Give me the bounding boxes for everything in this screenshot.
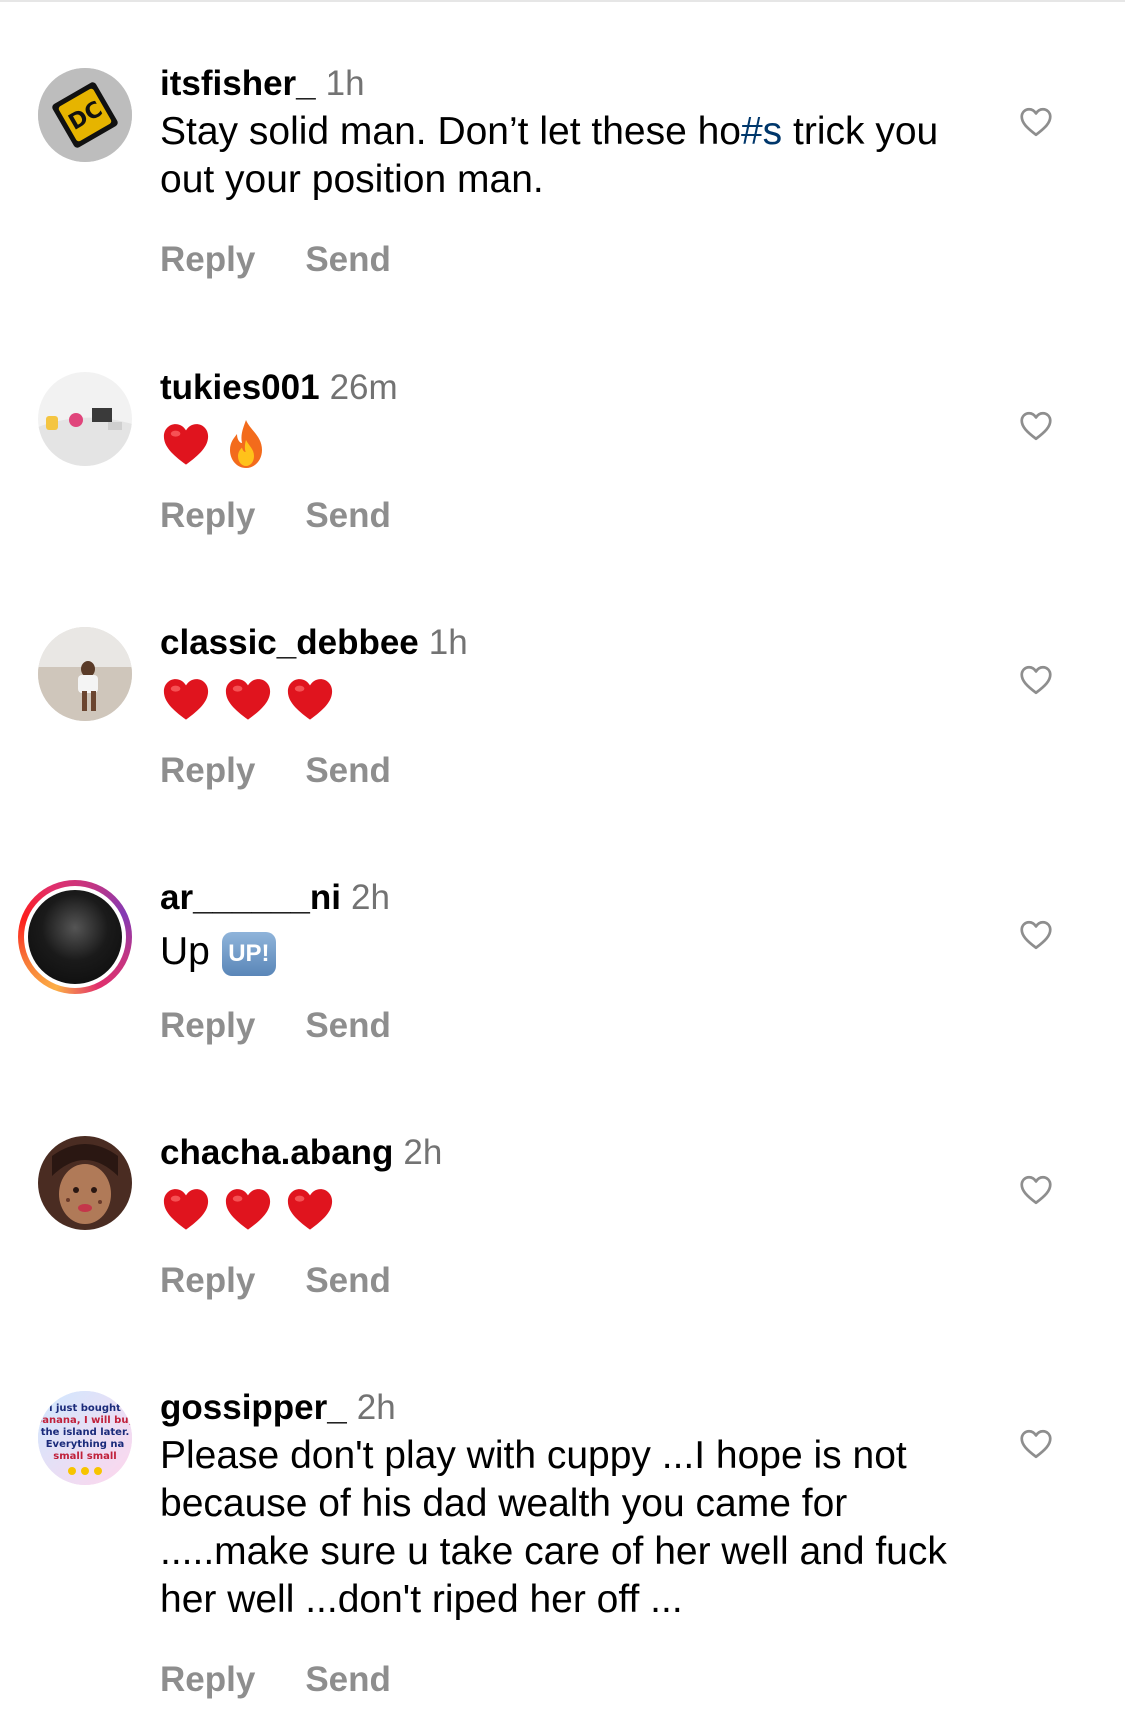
timestamp: 1h: [325, 64, 365, 103]
avatar[interactable]: [38, 627, 132, 721]
reply-button[interactable]: Reply: [160, 1261, 255, 1301]
heart-outline-icon[interactable]: [1018, 1172, 1054, 1208]
comment-meta: ar______ni 2h: [160, 876, 995, 920]
emoji-row: [160, 1179, 995, 1239]
avatar[interactable]: [38, 372, 132, 466]
avatar[interactable]: [38, 1136, 132, 1230]
heart-outline-icon[interactable]: [1018, 1426, 1054, 1462]
comment-actions: Reply Send: [160, 1660, 391, 1700]
heart-outline-icon[interactable]: [1018, 408, 1054, 444]
red-heart-emoji: [287, 679, 333, 720]
timestamp: 2h: [350, 878, 390, 917]
reply-button[interactable]: Reply: [160, 751, 255, 791]
red-heart-emoji: [163, 1189, 209, 1230]
timestamp: 26m: [329, 368, 398, 407]
reply-button[interactable]: Reply: [160, 1006, 255, 1046]
timestamp: 1h: [428, 623, 468, 662]
svg-text:Everything na: Everything na: [46, 1439, 125, 1450]
svg-text:banana, I will buy: banana, I will buy: [38, 1415, 132, 1426]
heart-outline-icon[interactable]: [1018, 662, 1054, 698]
red-heart-emoji: [287, 1189, 333, 1230]
hashtag-link[interactable]: #s: [741, 110, 782, 153]
comment-text: Up UP!: [160, 928, 995, 976]
heart-outline-icon[interactable]: [1018, 104, 1054, 140]
send-button[interactable]: Send: [305, 496, 391, 536]
avatar: [28, 890, 122, 984]
comment-actions: Reply Send: [160, 1006, 391, 1046]
comment-text: Stay solid man. Don’t let these ho#s tri…: [160, 108, 995, 204]
emoji-row: [160, 414, 995, 474]
red-heart-emoji: [163, 424, 209, 465]
emoji-row: [160, 669, 995, 729]
avatar[interactable]: DC: [38, 68, 132, 162]
comment-meta: chacha.abang 2h: [160, 1131, 995, 1175]
fire-emoji: [230, 420, 262, 468]
avatar-story-ring[interactable]: [18, 880, 132, 994]
comment-text: Please don't play with cuppy ...I hope i…: [160, 1434, 947, 1621]
red-heart-emoji: [225, 679, 271, 720]
svg-text:small small: small small: [53, 1451, 116, 1462]
svg-text:i just bought: i just bought: [49, 1403, 121, 1414]
story-ring-gap: [24, 886, 126, 988]
comment-meta: classic_debbee 1h: [160, 621, 995, 665]
reply-button[interactable]: Reply: [160, 240, 255, 280]
username[interactable]: tukies001: [160, 368, 320, 407]
timestamp: 2h: [403, 1133, 443, 1172]
comment-actions: Reply Send: [160, 496, 391, 536]
send-button[interactable]: Send: [305, 240, 391, 280]
comment-meta: itsfisher_ 1h: [160, 62, 995, 106]
red-heart-emoji: [225, 1189, 271, 1230]
heart-outline-icon[interactable]: [1018, 917, 1054, 953]
comment-actions: Reply Send: [160, 751, 391, 791]
username[interactable]: gossipper_: [160, 1388, 347, 1427]
avatar[interactable]: i just bought banana, I will buy the isl…: [38, 1391, 132, 1485]
username[interactable]: chacha.abang: [160, 1133, 393, 1172]
send-button[interactable]: Send: [305, 751, 391, 791]
reply-button[interactable]: Reply: [160, 496, 255, 536]
comment-text-part: Up: [160, 930, 210, 973]
top-divider: [0, 0, 1125, 2]
reply-button[interactable]: Reply: [160, 1660, 255, 1700]
send-button[interactable]: Send: [305, 1006, 391, 1046]
up-emoji-badge: UP!: [221, 931, 276, 976]
send-button[interactable]: Send: [305, 1261, 391, 1301]
username[interactable]: ar______ni: [160, 878, 341, 917]
comment-actions: Reply Send: [160, 240, 391, 280]
red-heart-emoji: [163, 679, 209, 720]
svg-text:the island later.: the island later.: [41, 1427, 130, 1438]
comment-meta: tukies001 26m: [160, 366, 995, 410]
comment-actions: Reply Send: [160, 1261, 391, 1301]
username[interactable]: classic_debbee: [160, 623, 419, 662]
timestamp: 2h: [356, 1388, 396, 1427]
comment-meta: gossipper_ 2h: [160, 1386, 995, 1430]
send-button[interactable]: Send: [305, 1660, 391, 1700]
username[interactable]: itsfisher_: [160, 64, 316, 103]
comment-text-part: Stay solid man. Don’t let these ho: [160, 110, 741, 153]
